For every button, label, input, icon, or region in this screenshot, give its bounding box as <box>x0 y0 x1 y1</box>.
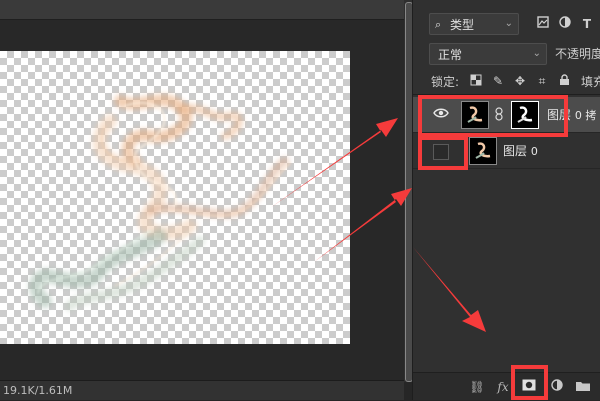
document-size: 19.1K/1.61M <box>3 384 73 397</box>
chevron-down-icon: ⌄ <box>532 48 541 59</box>
vertical-scrollbar[interactable] <box>404 0 413 382</box>
lock-pixels-icon[interactable] <box>469 74 483 88</box>
layers-panel: ⌕ 类型 ⌄ T 正常 ⌄ 不透明度 锁定: ✎ ✥ ⌗ 填充 图层 0 拷 图… <box>412 0 600 400</box>
highlight-add-mask-button <box>511 365 548 400</box>
new-group-icon[interactable] <box>575 379 591 395</box>
layers-bottom-toolbar: ⛓ fx <box>412 372 600 400</box>
fx-icon[interactable]: fx <box>495 379 511 395</box>
adjustment-layer-icon[interactable] <box>549 379 565 395</box>
lock-position-icon[interactable]: ✥ <box>513 74 527 88</box>
opacity-label: 不透明度 <box>555 47 600 61</box>
lock-all-icon[interactable] <box>557 74 571 88</box>
canvas-ruler-bar <box>0 0 404 20</box>
blend-row: 正常 ⌄ 不透明度 <box>413 43 600 67</box>
status-bar: 19.1K/1.61M <box>0 380 404 400</box>
chevron-down-icon: ⌄ <box>504 18 513 29</box>
lock-label: 锁定: <box>431 75 460 89</box>
filter-type-label: 类型 <box>450 18 475 32</box>
lock-paint-icon[interactable]: ✎ <box>491 74 505 88</box>
layer-filter-select[interactable]: ⌕ 类型 ⌄ <box>429 13 519 35</box>
blend-mode-select[interactable]: 正常 ⌄ <box>429 43 547 65</box>
type-filter-icon[interactable]: T <box>579 16 595 32</box>
blend-mode-label: 正常 <box>438 48 463 62</box>
layer-filter-row: ⌕ 类型 ⌄ T <box>413 13 600 37</box>
search-icon: ⌕ <box>435 18 442 31</box>
layer-name[interactable]: 图层 0 <box>503 133 538 170</box>
lock-row: 锁定: ✎ ✥ ⌗ 填充 <box>413 72 600 92</box>
lock-artboard-icon[interactable]: ⌗ <box>535 74 549 88</box>
document-canvas-area: 19.1K/1.61M <box>0 0 404 400</box>
fill-label: 填充 <box>581 75 600 89</box>
image-filter-icon[interactable] <box>535 16 551 32</box>
layer-thumbnail[interactable] <box>469 137 497 165</box>
document-canvas[interactable] <box>0 51 350 344</box>
highlight-copy-layer <box>418 95 568 137</box>
highlight-visibility-toggle <box>418 136 468 170</box>
link-layers-icon[interactable]: ⛓ <box>469 379 485 395</box>
adjustment-filter-icon[interactable] <box>557 16 573 32</box>
smoke-artwork <box>29 94 291 311</box>
